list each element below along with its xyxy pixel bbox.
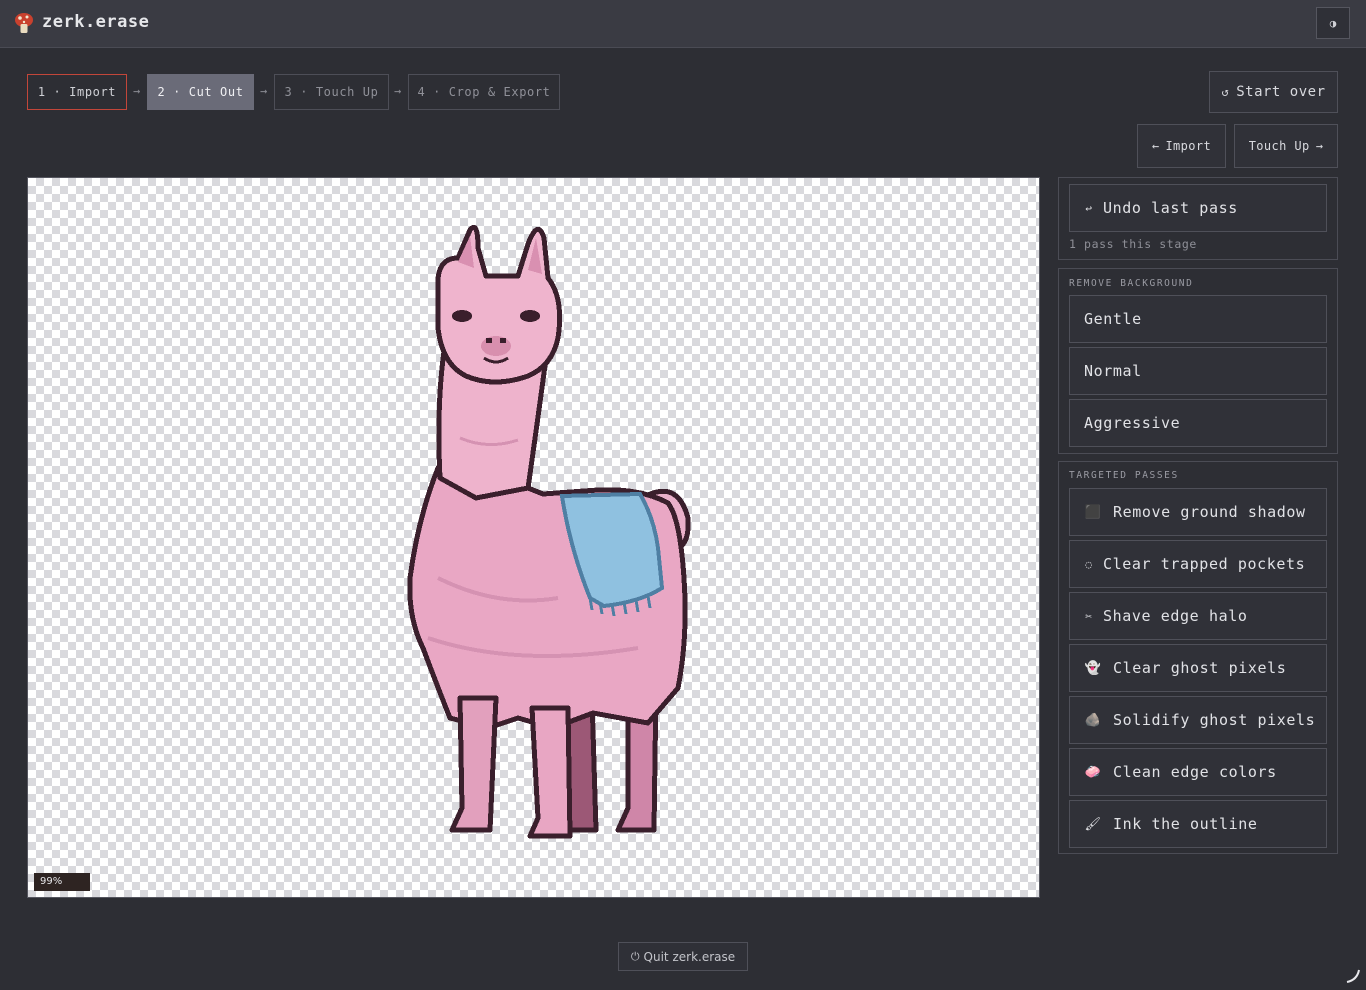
gentle-button[interactable]: Gentle: [1069, 295, 1327, 343]
undo-icon: ↩: [1085, 201, 1093, 215]
top-bar: zerk.erase ◑: [0, 0, 1366, 48]
paintbrush-icon: 🖌: [1084, 816, 1102, 832]
step-touch-up[interactable]: 3 · Touch Up: [274, 74, 389, 110]
arrow-left-icon: ←: [1151, 139, 1160, 153]
scissors-icon: ✂: [1085, 609, 1093, 623]
undo-label: Undo last pass: [1103, 199, 1238, 217]
targeted-passes-heading: TARGETED PASSES: [1069, 470, 1179, 481]
remove-ground-shadow-label: Remove ground shadow: [1113, 503, 1306, 521]
arrow-right-icon: →: [1315, 139, 1324, 153]
aggressive-button[interactable]: Aggressive: [1069, 399, 1327, 447]
shave-edge-halo-button[interactable]: ✂ Shave edge halo: [1069, 592, 1327, 640]
remove-background-panel: REMOVE BACKGROUND Gentle Normal Aggressi…: [1058, 268, 1338, 454]
quit-label: Quit zerk.erase: [643, 949, 736, 964]
step-arrow-icon: →: [394, 84, 402, 98]
loading-spinner-icon: [1346, 969, 1360, 983]
dotted-circle-icon: ◌: [1085, 557, 1093, 571]
normal-button[interactable]: Normal: [1069, 347, 1327, 395]
clear-ghost-pixels-button[interactable]: 👻 Clear ghost pixels: [1069, 644, 1327, 692]
zoom-level-badge: 99%: [34, 873, 90, 891]
targeted-passes-panel: TARGETED PASSES ⬛ Remove ground shadow ◌…: [1058, 461, 1338, 854]
ink-the-outline-label: Ink the outline: [1113, 815, 1258, 833]
clean-edge-colors-label: Clean edge colors: [1113, 763, 1277, 781]
shave-edge-halo-label: Shave edge halo: [1103, 607, 1248, 625]
power-icon: ⏻: [630, 949, 640, 963]
step-arrow-icon: →: [260, 84, 268, 98]
image-canvas[interactable]: 99%: [27, 177, 1040, 898]
soap-icon: 🧼: [1084, 764, 1102, 780]
back-to-import-button[interactable]: ← Import: [1137, 124, 1226, 168]
clear-trapped-pockets-label: Clear trapped pockets: [1103, 555, 1306, 573]
restart-icon: ↺: [1221, 85, 1230, 99]
remove-ground-shadow-button[interactable]: ⬛ Remove ground shadow: [1069, 488, 1327, 536]
undo-last-pass-button[interactable]: ↩ Undo last pass: [1069, 184, 1327, 232]
step-import[interactable]: 1 · Import: [27, 74, 127, 110]
rock-icon: 🪨: [1084, 712, 1102, 728]
llama-sprite-image: [407, 224, 691, 839]
shadow-square-icon: ⬛: [1084, 504, 1102, 520]
quit-button[interactable]: ⏻ Quit zerk.erase: [618, 942, 748, 971]
contrast-icon: ◑: [1329, 16, 1337, 30]
remove-background-heading: REMOVE BACKGROUND: [1069, 278, 1194, 289]
clear-trapped-pockets-button[interactable]: ◌ Clear trapped pockets: [1069, 540, 1327, 588]
step-arrow-icon: →: [133, 84, 141, 98]
pass-count-text: 1 pass this stage: [1069, 237, 1197, 251]
next-touch-up-button[interactable]: Touch Up →: [1234, 124, 1338, 168]
next-label: Touch Up: [1248, 139, 1310, 153]
start-over-button[interactable]: ↺ Start over: [1209, 71, 1338, 113]
ink-the-outline-button[interactable]: 🖌 Ink the outline: [1069, 800, 1327, 848]
solidify-ghost-pixels-button[interactable]: 🪨 Solidify ghost pixels: [1069, 696, 1327, 744]
ghost-icon: 👻: [1084, 660, 1102, 676]
solidify-ghost-pixels-label: Solidify ghost pixels: [1113, 711, 1316, 729]
back-label: Import: [1165, 139, 1212, 153]
app-title: zerk.erase: [42, 12, 150, 32]
step-cut-out[interactable]: 2 · Cut Out: [147, 74, 254, 110]
start-over-label: Start over: [1236, 84, 1326, 100]
mushroom-icon: [15, 13, 33, 33]
step-crop-export[interactable]: 4 · Crop & Export: [408, 74, 560, 110]
clean-edge-colors-button[interactable]: 🧼 Clean edge colors: [1069, 748, 1327, 796]
theme-toggle-button[interactable]: ◑: [1316, 7, 1350, 39]
clear-ghost-pixels-label: Clear ghost pixels: [1113, 659, 1287, 677]
undo-panel: ↩ Undo last pass 1 pass this stage: [1058, 177, 1338, 260]
